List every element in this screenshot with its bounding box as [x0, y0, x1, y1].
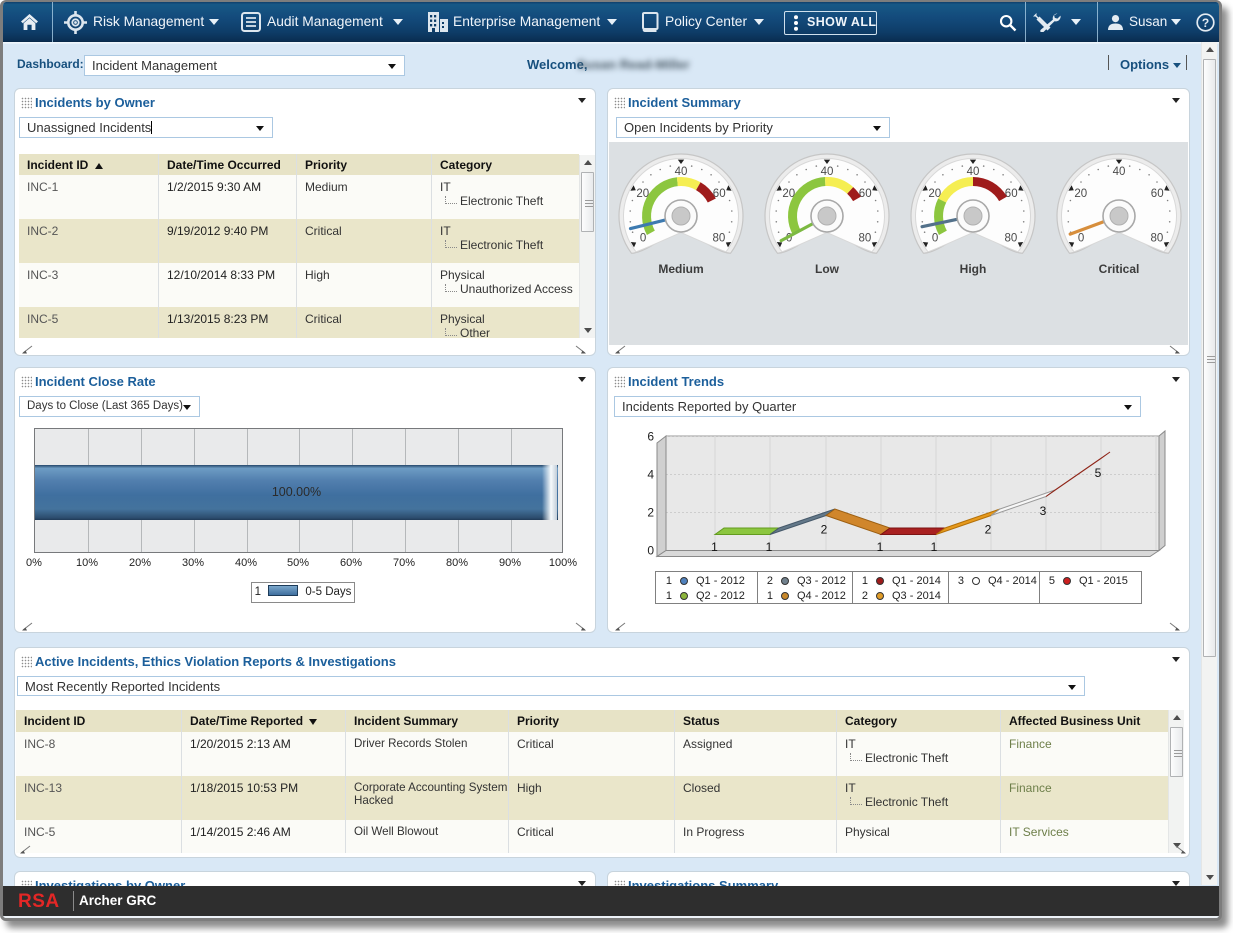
svg-text:60: 60 [859, 188, 872, 200]
svg-text:Critical: Critical [1099, 262, 1140, 276]
svg-text:Low: Low [815, 262, 840, 276]
svg-text:20: 20 [1074, 188, 1087, 200]
svg-text:1: 1 [711, 540, 718, 554]
svg-text:4: 4 [647, 468, 654, 482]
svg-text:0: 0 [640, 232, 646, 244]
svg-text:80: 80 [1151, 232, 1164, 244]
svg-text:?: ? [1202, 16, 1209, 30]
svg-text:40: 40 [821, 166, 834, 178]
svg-text:60: 60 [1151, 188, 1164, 200]
svg-text:Medium: Medium [658, 262, 703, 276]
svg-text:0: 0 [1078, 232, 1084, 244]
svg-text:6: 6 [647, 430, 654, 444]
svg-text:3: 3 [1040, 504, 1047, 518]
svg-text:1: 1 [766, 540, 773, 554]
svg-text:High: High [960, 262, 987, 276]
svg-text:80: 80 [713, 232, 726, 244]
svg-text:0: 0 [932, 232, 938, 244]
svg-text:40: 40 [967, 166, 980, 178]
svg-text:5: 5 [1095, 466, 1102, 480]
svg-text:0: 0 [647, 544, 654, 558]
svg-text:40: 40 [675, 166, 688, 178]
svg-text:2: 2 [821, 523, 828, 537]
svg-text:2: 2 [985, 523, 992, 537]
svg-text:1: 1 [877, 540, 884, 554]
svg-text:80: 80 [859, 232, 872, 244]
svg-text:80: 80 [1005, 232, 1018, 244]
svg-text:2: 2 [647, 506, 654, 520]
svg-text:1: 1 [931, 540, 938, 554]
svg-text:60: 60 [1005, 188, 1018, 200]
svg-text:40: 40 [1113, 166, 1126, 178]
